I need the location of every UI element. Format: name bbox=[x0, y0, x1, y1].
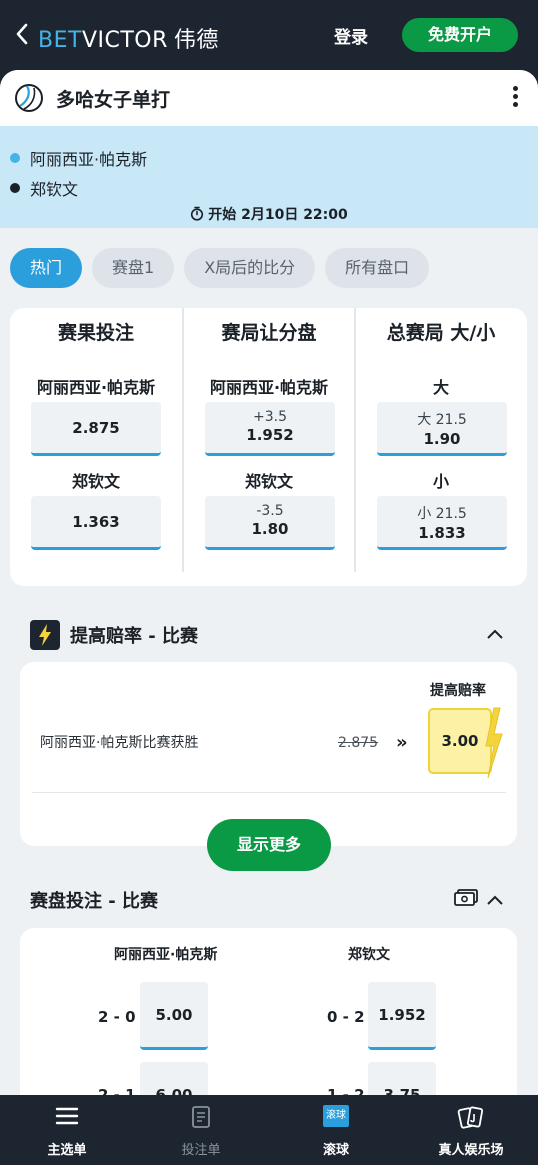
back-arrow-icon[interactable] bbox=[14, 22, 30, 46]
boost-section-header[interactable]: 提高赔率 - 比赛 bbox=[30, 620, 198, 650]
player-1: 阿丽西亚·帕克斯 bbox=[10, 146, 147, 170]
market-game-handicap: 赛局让分盘 阿丽西亚·帕克斯 +3.5 1.952 郑钦文 -3.5 1.80 bbox=[182, 308, 354, 572]
section-title: 提高赔率 - 比赛 bbox=[70, 626, 199, 647]
nav-live[interactable]: 滚球 滚球 bbox=[269, 1095, 403, 1165]
section-title: 赛盘投注 - 比赛 bbox=[30, 891, 159, 912]
brand-logo[interactable]: BETVICTOR 伟德 bbox=[38, 22, 219, 54]
selection-label: 大 bbox=[432, 378, 449, 397]
event-title: 多哈女子单打 bbox=[56, 89, 171, 111]
show-more-button[interactable]: 显示更多 bbox=[207, 819, 331, 871]
old-odds: 2.875 bbox=[338, 735, 379, 751]
menu-icon bbox=[55, 1107, 79, 1125]
live-icon: 滚球 bbox=[323, 1105, 349, 1127]
boost-selection: 阿丽西亚·帕克斯比赛获胜 bbox=[40, 735, 199, 751]
nav-betslip[interactable]: 投注单 bbox=[134, 1095, 268, 1165]
top-header: BETVICTOR 伟德 登录 免费开户 bbox=[0, 0, 538, 70]
lightning-icon bbox=[30, 620, 60, 650]
set-betting-card: 阿丽西亚·帕克斯 郑钦文 2 - 0 5.00 0 - 2 1.952 2 - … bbox=[20, 928, 517, 1095]
tennis-ball-icon bbox=[15, 84, 43, 112]
selection-label: 郑钦文 bbox=[244, 472, 293, 491]
boost-tag: 提高赔率 bbox=[430, 683, 486, 699]
tab-score-after-games[interactable]: X局后的比分 bbox=[184, 248, 316, 288]
serve-dot-icon bbox=[10, 153, 20, 163]
market-title: 赛局让分盘 bbox=[221, 322, 317, 344]
selection-label: 阿丽西亚·帕克斯 bbox=[36, 378, 156, 397]
odds-button[interactable]: 小 21.5 1.833 bbox=[377, 496, 507, 550]
more-options-icon[interactable] bbox=[506, 86, 524, 110]
start-time: 开始 2月10日 22:00 bbox=[0, 204, 538, 224]
odds-button[interactable]: 1.363 bbox=[31, 496, 161, 550]
odds-button[interactable]: 1.952 bbox=[368, 982, 436, 1050]
signup-button[interactable]: 免费开户 bbox=[402, 18, 518, 52]
double-chevron-icon: » bbox=[396, 732, 408, 753]
player-2: 郑钦文 bbox=[10, 176, 78, 200]
score-label: 1 - 2 bbox=[327, 1086, 365, 1095]
nav-main-menu[interactable]: 主选单 bbox=[0, 1095, 134, 1165]
bottom-navigation: 主选单 投注单 滚球 滚球 真人娱乐场 bbox=[0, 1095, 538, 1165]
market-total-games: 总赛局 大/小 大 大 21.5 1.90 小 小 21.5 1.833 bbox=[354, 308, 526, 572]
login-button[interactable]: 登录 bbox=[334, 23, 368, 48]
stopwatch-icon bbox=[191, 206, 204, 221]
tab-set-1[interactable]: 赛盘1 bbox=[92, 248, 175, 288]
tab-all-markets[interactable]: 所有盘口 bbox=[325, 248, 430, 288]
odds-button[interactable]: -3.5 1.80 bbox=[205, 496, 335, 550]
odds-button[interactable]: 5.00 bbox=[140, 982, 208, 1050]
event-header: 多哈女子单打 bbox=[0, 70, 538, 126]
content-panel: 多哈女子单打 阿丽西亚·帕克斯 郑钦文 开始 2月10日 22:00 热门 赛盘… bbox=[0, 70, 538, 1095]
odds-button[interactable]: 2.875 bbox=[31, 402, 161, 456]
market-title: 总赛局 大/小 bbox=[386, 322, 496, 344]
cash-out-icon bbox=[454, 889, 478, 906]
odds-button[interactable]: 3.75 bbox=[368, 1062, 436, 1095]
selection-label: 郑钦文 bbox=[71, 472, 120, 491]
market-match-result: 赛果投注 阿丽西亚·帕克斯 2.875 郑钦文 1.363 bbox=[10, 308, 182, 572]
score-label: 2 - 1 bbox=[98, 1086, 136, 1095]
cards-icon bbox=[457, 1106, 484, 1129]
odds-button[interactable]: 6.00 bbox=[140, 1062, 208, 1095]
selection-label: 阿丽西亚·帕克斯 bbox=[209, 378, 329, 397]
divider bbox=[32, 792, 506, 793]
featured-markets: 赛果投注 阿丽西亚·帕克斯 2.875 郑钦文 1.363 赛局让分盘 阿丽西亚… bbox=[10, 308, 527, 586]
odds-button[interactable]: 大 21.5 1.90 bbox=[377, 402, 507, 456]
column-title: 阿丽西亚·帕克斯 bbox=[114, 947, 218, 963]
score-label: 0 - 2 bbox=[327, 1008, 365, 1026]
nav-live-casino[interactable]: 真人娱乐场 bbox=[404, 1095, 538, 1165]
chevron-up-icon[interactable] bbox=[486, 894, 504, 906]
bolt-icon bbox=[485, 707, 503, 779]
betslip-icon bbox=[192, 1106, 210, 1128]
tab-popular[interactable]: 热门 bbox=[10, 248, 83, 288]
player-dot-icon bbox=[10, 183, 20, 193]
chevron-up-icon[interactable] bbox=[486, 628, 504, 640]
selection-label: 小 bbox=[432, 472, 449, 491]
market-title: 赛果投注 bbox=[57, 322, 134, 344]
column-title: 郑钦文 bbox=[348, 947, 390, 963]
score-label: 2 - 0 bbox=[98, 1008, 136, 1026]
scoreboard: 阿丽西亚·帕克斯 郑钦文 开始 2月10日 22:00 bbox=[0, 126, 538, 228]
market-tabs: 热门 赛盘1 X局后的比分 所有盘口 bbox=[10, 248, 430, 288]
odds-button[interactable]: +3.5 1.952 bbox=[205, 402, 335, 456]
